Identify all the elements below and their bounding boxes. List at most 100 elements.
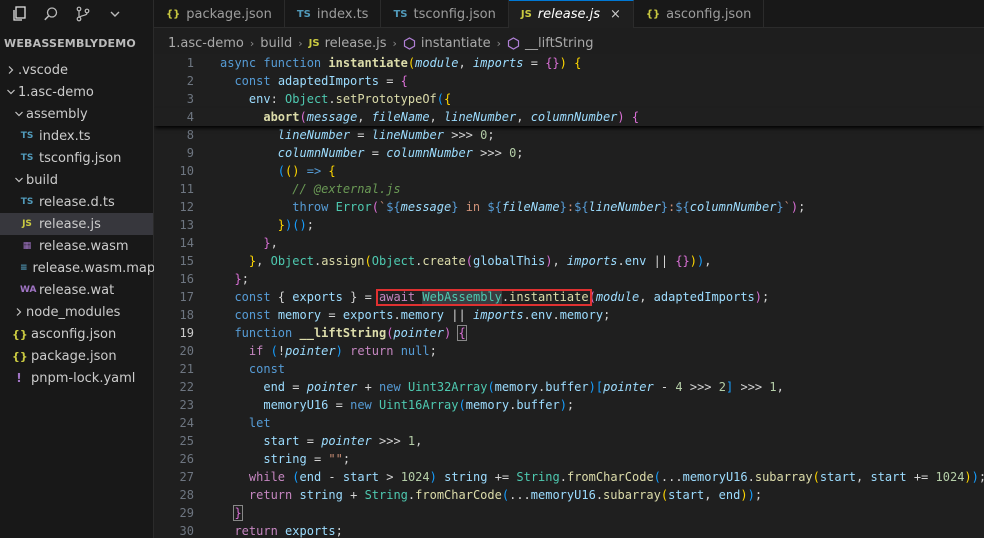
breadcrumb-symbol[interactable]: instantiate <box>421 36 491 51</box>
ts-file-icon: TS <box>20 153 34 163</box>
js-file-icon: JS <box>520 9 532 20</box>
wat-file-icon: WA <box>20 285 37 295</box>
line-number: 2 <box>186 74 194 88</box>
file-item[interactable]: TS release.d.ts <box>0 191 153 213</box>
tab-index-ts[interactable]: TS index.ts <box>285 0 382 28</box>
tab-release-js[interactable]: JS release.js × <box>508 0 634 28</box>
yaml-file-icon: ! <box>16 371 22 385</box>
tree-item-label: release.wasm <box>39 238 129 254</box>
code-line: 3 env: Object.setPrototypeOf({ <box>154 90 984 108</box>
highlighted-expression: await WebAssembly.instantiate <box>376 289 592 306</box>
chevron-down-icon <box>12 175 26 185</box>
file-item[interactable]: ≡ release.wasm.map <box>0 257 156 279</box>
folder-item[interactable]: .vscode <box>0 59 153 81</box>
file-item[interactable]: ! pnpm-lock.yaml <box>0 367 153 389</box>
ts-file-icon: TS <box>393 8 408 20</box>
code-line: 21 const <box>154 360 984 378</box>
chevron-right-icon: › <box>496 36 502 50</box>
code-line: 23 memoryU16 = new Uint16Array(memory.bu… <box>154 396 984 414</box>
search-icon[interactable] <box>42 5 60 23</box>
code-line: 11 // @external.js <box>154 180 984 198</box>
json-file-icon: {} <box>166 8 181 20</box>
folder-item[interactable]: node_modules <box>0 301 153 323</box>
line-number: 12 <box>179 200 194 214</box>
editor-tabs: {} package.json TS index.ts TS tsconfig.… <box>154 0 984 28</box>
tree-item-label: package.json <box>31 348 117 364</box>
map-file-icon: ≡ <box>20 263 28 273</box>
tab-label: tsconfig.json <box>413 6 496 22</box>
code-line: 26 string = ""; <box>154 450 984 468</box>
line-number: 16 <box>179 272 194 286</box>
tab-tsconfig-json[interactable]: TS tsconfig.json <box>381 0 509 28</box>
chevron-down-icon[interactable] <box>106 5 124 23</box>
folder-item[interactable]: 1.asc-demo <box>0 81 153 103</box>
breadcrumb-symbol[interactable]: __liftString <box>525 36 593 51</box>
json-file-icon: {} <box>645 8 661 20</box>
code-line: 4 abort(message, fileName, lineNumber, c… <box>154 108 984 126</box>
js-file-icon: JS <box>308 37 320 49</box>
chevron-right-icon <box>4 65 18 75</box>
file-item[interactable]: WA release.wat <box>0 279 153 301</box>
tree-item-label: .vscode <box>18 62 68 78</box>
line-number: 10 <box>179 164 194 178</box>
line-number: 3 <box>186 92 194 106</box>
file-item[interactable]: TS index.ts <box>0 125 153 147</box>
tree-item-label: index.ts <box>39 128 91 144</box>
chevron-right-icon <box>12 307 26 317</box>
line-number: 29 <box>179 506 194 520</box>
line-number: 8 <box>186 128 194 142</box>
tab-asconfig-json[interactable]: {} asconfig.json <box>634 0 765 28</box>
tree-item-label: node_modules <box>26 304 121 320</box>
file-item[interactable]: TS tsconfig.json <box>0 147 153 169</box>
folder-item[interactable]: build <box>0 169 153 191</box>
ts-file-icon: TS <box>20 131 34 141</box>
sidebar: WEBASSEMBLYDEMO .vscode 1.asc-demo assembl… <box>0 0 156 538</box>
file-item[interactable]: {} package.json <box>0 345 153 367</box>
sidebar-toolbar <box>0 0 153 28</box>
ts-file-icon: TS <box>20 197 34 207</box>
code-line: 17 const { exports } = await WebAssembly… <box>154 288 984 306</box>
explorer-icon[interactable] <box>10 5 28 23</box>
line-number: 20 <box>179 344 194 358</box>
chevron-down-icon <box>4 87 18 97</box>
folder-item[interactable]: assembly <box>0 103 153 125</box>
code-line: 13 })(); <box>154 216 984 234</box>
ts-file-icon: TS <box>296 8 311 20</box>
line-number: 27 <box>179 470 194 484</box>
tree-item-label: pnpm-lock.yaml <box>31 370 136 386</box>
tree-item-label: tsconfig.json <box>39 150 122 166</box>
breadcrumb-folder[interactable]: 1.asc-demo <box>168 36 244 51</box>
line-number: 19 <box>179 326 194 340</box>
tree-item-label: release.d.ts <box>39 194 115 210</box>
code-line: 27 while (end - start > 1024) string += … <box>154 468 984 486</box>
code-line: 24 let <box>154 414 984 432</box>
file-item[interactable]: {} asconfig.json <box>0 323 153 345</box>
line-number: 15 <box>179 254 194 268</box>
tab-label: release.js <box>537 7 601 22</box>
breadcrumb-file[interactable]: release.js <box>325 36 387 51</box>
source-control-icon[interactable] <box>74 5 92 23</box>
line-number: 1 <box>186 56 194 70</box>
symbol-icon <box>403 36 416 50</box>
close-icon[interactable]: × <box>610 7 621 22</box>
tree-item-label: release.wasm.map <box>32 260 156 276</box>
code-line: 28 return string + String.fromCharCode(.… <box>154 486 984 504</box>
tab-package-json[interactable]: {} package.json <box>154 0 285 28</box>
file-item[interactable]: JS release.js <box>0 213 153 235</box>
code-line: 16 }; <box>154 270 984 288</box>
tree-item-label: assembly <box>26 106 88 122</box>
symbol-icon <box>507 36 520 50</box>
json-file-icon: {} <box>12 327 28 341</box>
line-number: 22 <box>179 380 194 394</box>
code-line: 14 }, <box>154 234 984 252</box>
code-line: 9 columnNumber = columnNumber >>> 0; <box>154 144 984 162</box>
code-line: 22 end = pointer + new Uint32Array(memor… <box>154 378 984 396</box>
tab-label: asconfig.json <box>666 6 752 22</box>
line-number: 11 <box>179 182 194 196</box>
breadcrumb-folder[interactable]: build <box>260 36 292 51</box>
file-item[interactable]: ▦ release.wasm <box>0 235 153 257</box>
code-line: 20 if (!pointer) return null; <box>154 342 984 360</box>
code-editor[interactable]: 1 async function instantiate(module, impo… <box>154 54 984 538</box>
tree-item-label: release.wat <box>39 282 115 298</box>
chevron-right-icon: › <box>298 36 303 50</box>
